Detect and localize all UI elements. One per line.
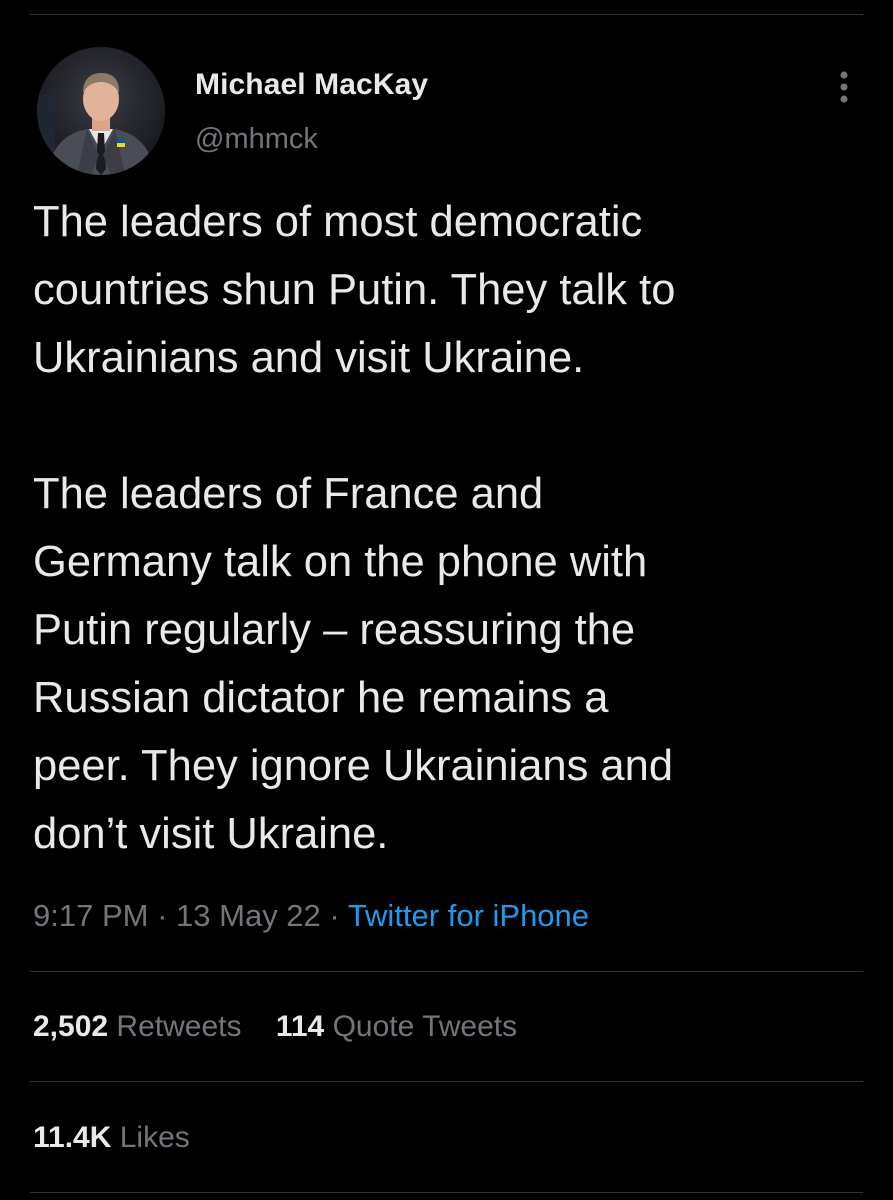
retweets-stat[interactable]: 2,502 Retweets (33, 1010, 241, 1044)
divider (30, 1081, 863, 1082)
tweet-paragraph: The leaders of France and Germany talk o… (33, 470, 674, 858)
divider (30, 971, 863, 972)
profile-photo-icon (37, 47, 165, 175)
likes-label: Likes (119, 1121, 190, 1154)
author-handle[interactable]: @mhmck (195, 123, 318, 156)
tweet-meta: 9:17 PM · 13 May 22 · Twitter for iPhone (33, 898, 589, 934)
author-display-name[interactable]: Michael MacKay (195, 68, 428, 102)
quote-tweets-label: Quote Tweets (332, 1010, 518, 1043)
quote-tweets-stat[interactable]: 114 Quote Tweets (276, 1010, 517, 1044)
meta-separator: · (157, 898, 168, 933)
top-divider (30, 14, 863, 15)
likes-stats: 11.4K Likes (33, 1121, 190, 1155)
retweets-count: 2,502 (33, 1010, 109, 1043)
meta-separator: · (329, 898, 340, 933)
more-options-button[interactable] (826, 62, 862, 112)
engagement-stats: 2,502 Retweets 114 Quote Tweets (33, 1010, 517, 1044)
avatar[interactable] (37, 47, 165, 175)
retweets-label: Retweets (116, 1010, 242, 1043)
divider (30, 1192, 863, 1193)
tweet-time[interactable]: 9:17 PM (33, 898, 148, 933)
more-vertical-icon (840, 71, 848, 103)
likes-count: 11.4K (33, 1121, 112, 1154)
likes-stat[interactable]: 11.4K Likes (33, 1121, 190, 1155)
quote-tweets-count: 114 (275, 1010, 325, 1043)
tweet-paragraph: The leaders of most democratic countries… (33, 198, 676, 382)
tweet-text: The leaders of most democratic countries… (33, 188, 873, 868)
tweet-date[interactable]: 13 May 22 (176, 898, 321, 933)
tweet-source-link[interactable]: Twitter for iPhone (348, 898, 589, 933)
